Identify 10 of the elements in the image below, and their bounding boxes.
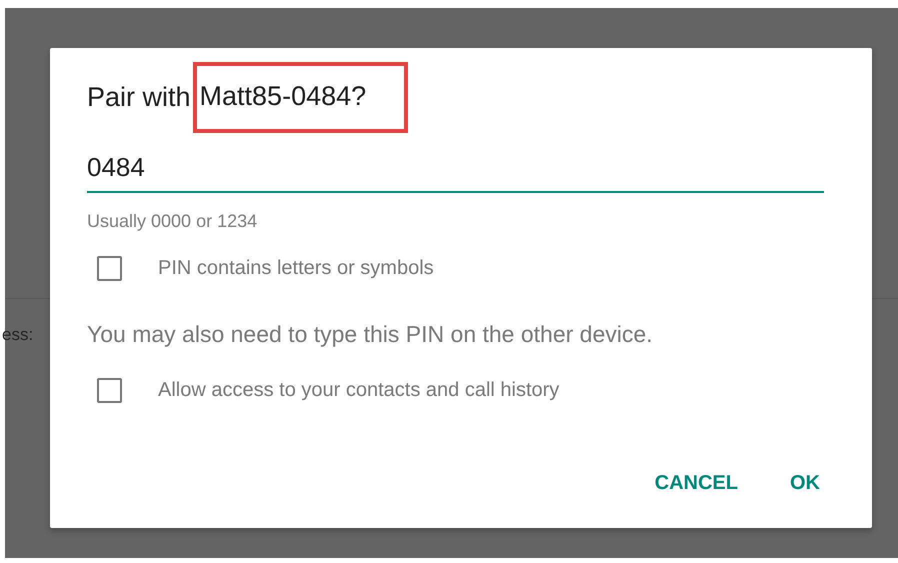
checkbox[interactable] — [97, 378, 122, 403]
checkbox-label: PIN contains letters or symbols — [158, 257, 434, 280]
message-text: You may also need to type this PIN on the other device. — [87, 321, 654, 348]
helper-text: Usually 0000 or 1234 — [87, 211, 258, 232]
checkbox-label: Allow access to your contacts and call history — [158, 379, 560, 402]
checkbox[interactable] — [97, 256, 122, 281]
cancel-button[interactable]: CANCEL — [650, 468, 742, 499]
device-name: Matt85-0484? — [192, 62, 408, 132]
ok-button[interactable]: OK — [786, 468, 824, 499]
dialog-title: Pair with — [87, 82, 191, 112]
